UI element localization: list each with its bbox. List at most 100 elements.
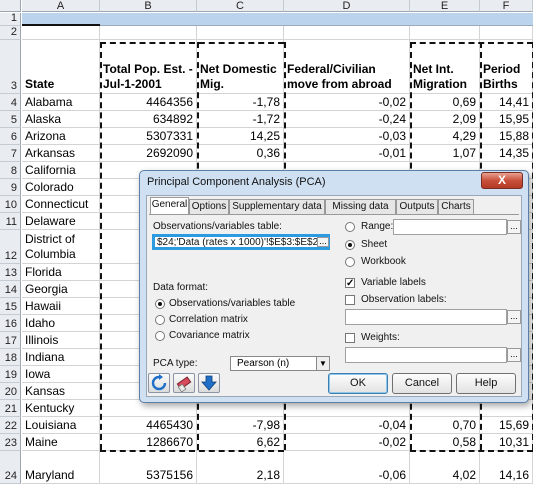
cancel-button[interactable]: Cancel: [392, 373, 452, 394]
value-cell[interactable]: 14,25: [197, 128, 284, 145]
value-cell[interactable]: 2692090: [100, 145, 197, 162]
tab-outputs[interactable]: Outputs: [396, 199, 438, 214]
value-cell[interactable]: 10,31: [480, 434, 533, 451]
state-cell[interactable]: Kentucky: [22, 400, 100, 417]
format-obs-var-radio[interactable]: [155, 299, 165, 309]
weights-checkbox[interactable]: [345, 333, 355, 343]
row-header[interactable]: 23: [0, 434, 21, 451]
value-cell[interactable]: 0,70: [410, 417, 480, 434]
state-cell[interactable]: Georgia: [22, 281, 100, 298]
value-cell[interactable]: -1,72: [197, 111, 284, 128]
state-cell[interactable]: Arkansas: [22, 145, 100, 162]
value-cell[interactable]: -0,24: [284, 111, 410, 128]
column-title-total-pop[interactable]: Total Pop. Est. - Jul-1-2001: [100, 40, 197, 94]
tab-missing-data[interactable]: Missing data: [325, 199, 396, 214]
row-header[interactable]: 6: [0, 128, 21, 145]
observation-labels-browse-button[interactable]: ...: [507, 310, 521, 324]
column-title-net-int[interactable]: Net Int. Migration: [410, 40, 480, 94]
row-header[interactable]: 10: [0, 196, 21, 213]
value-cell[interactable]: 15,95: [480, 111, 533, 128]
state-cell[interactable]: Louisiana: [22, 417, 100, 434]
column-header-a[interactable]: A: [22, 0, 100, 12]
column-header-c[interactable]: C: [197, 0, 284, 12]
value-cell[interactable]: 2,09: [410, 111, 480, 128]
column-title-net-domestic[interactable]: Net Domestic Mig.: [197, 40, 284, 94]
value-cell[interactable]: 1,07: [410, 145, 480, 162]
state-cell[interactable]: Colorado: [22, 179, 100, 196]
help-button[interactable]: Help: [456, 373, 516, 394]
value-cell[interactable]: 634892: [100, 111, 197, 128]
row-header[interactable]: 22: [0, 417, 21, 434]
value-cell[interactable]: -0,06: [284, 451, 410, 484]
row-header[interactable]: 14: [0, 281, 21, 298]
ok-button[interactable]: OK: [328, 373, 388, 394]
state-cell[interactable]: Alabama: [22, 94, 100, 111]
clear-button[interactable]: [173, 373, 195, 393]
state-cell[interactable]: Florida: [22, 264, 100, 281]
value-cell[interactable]: 5375156: [100, 451, 197, 484]
obs-table-browse-button[interactable]: ...: [317, 237, 329, 247]
state-cell[interactable]: District of Columbia: [22, 230, 100, 264]
sheet-radio[interactable]: [345, 240, 355, 250]
state-cell[interactable]: Indiana: [22, 349, 100, 366]
state-cell[interactable]: Maryland: [22, 451, 100, 484]
table-cell[interactable]: [480, 26, 533, 40]
row-header[interactable]: 3: [0, 40, 21, 94]
state-cell[interactable]: Maine: [22, 434, 100, 451]
state-cell[interactable]: California: [22, 162, 100, 179]
select-all-corner[interactable]: [0, 0, 21, 12]
tab-supplementary-data[interactable]: Supplementary data: [229, 199, 325, 214]
weights-browse-button[interactable]: ...: [507, 348, 521, 362]
value-cell[interactable]: -0,03: [284, 128, 410, 145]
value-cell[interactable]: -1,78: [197, 94, 284, 111]
row-header[interactable]: 7: [0, 145, 21, 162]
observation-labels-input[interactable]: [345, 309, 507, 325]
value-cell[interactable]: 1286670: [100, 434, 197, 451]
value-cell[interactable]: -0,01: [284, 145, 410, 162]
column-header-e[interactable]: E: [410, 0, 480, 12]
tab-options[interactable]: Options: [189, 199, 229, 214]
table-cell[interactable]: [22, 26, 100, 40]
row-header[interactable]: 21: [0, 400, 21, 417]
state-cell[interactable]: Alaska: [22, 111, 100, 128]
range-browse-button[interactable]: ...: [507, 220, 521, 234]
value-cell[interactable]: -0,04: [284, 417, 410, 434]
value-cell[interactable]: -0,02: [284, 94, 410, 111]
table-cell[interactable]: [197, 26, 284, 40]
state-cell[interactable]: Kansas: [22, 383, 100, 400]
state-cell[interactable]: Illinois: [22, 332, 100, 349]
row-header[interactable]: 4: [0, 94, 21, 111]
row-header[interactable]: 2: [0, 26, 21, 40]
state-cell[interactable]: Iowa: [22, 366, 100, 383]
variable-labels-checkbox[interactable]: ✓: [345, 278, 355, 289]
value-cell[interactable]: 5307331: [100, 128, 197, 145]
value-cell[interactable]: 6,62: [197, 434, 284, 451]
value-cell[interactable]: 4464356: [100, 94, 197, 111]
table-cell[interactable]: [410, 26, 480, 40]
column-header-d[interactable]: D: [284, 0, 410, 12]
row-header[interactable]: 15: [0, 298, 21, 315]
row-header[interactable]: 18: [0, 349, 21, 366]
weights-input[interactable]: [345, 347, 507, 363]
observation-labels-checkbox[interactable]: [345, 295, 355, 305]
value-cell[interactable]: 0,36: [197, 145, 284, 162]
column-header-f[interactable]: F: [480, 0, 533, 12]
row-header[interactable]: 17: [0, 332, 21, 349]
state-cell[interactable]: Hawaii: [22, 298, 100, 315]
tab-charts[interactable]: Charts: [438, 199, 474, 214]
value-cell[interactable]: 14,35: [480, 145, 533, 162]
row-header[interactable]: 13: [0, 264, 21, 281]
format-correlation-radio[interactable]: [155, 315, 165, 325]
state-cell[interactable]: Arizona: [22, 128, 100, 145]
column-title-state[interactable]: State: [22, 40, 100, 94]
row-header[interactable]: 5: [0, 111, 21, 128]
value-cell[interactable]: 4,02: [410, 451, 480, 484]
column-title-federal[interactable]: Federal/Civilian move from abroad: [284, 40, 410, 94]
state-cell[interactable]: Delaware: [22, 213, 100, 230]
value-cell[interactable]: 4465430: [100, 417, 197, 434]
value-cell[interactable]: 14,41: [480, 94, 533, 111]
down-button[interactable]: [198, 373, 220, 393]
row-header[interactable]: 9: [0, 179, 21, 196]
row-header[interactable]: 12: [0, 230, 21, 264]
value-cell[interactable]: 14,16: [480, 451, 533, 484]
